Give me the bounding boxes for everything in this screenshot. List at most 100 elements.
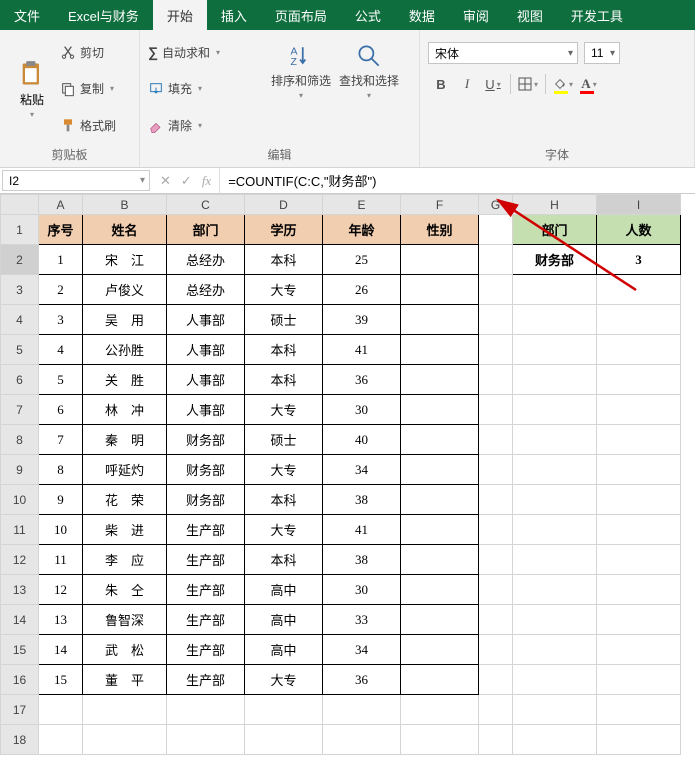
- cell-F4[interactable]: [401, 305, 479, 335]
- cell-I4[interactable]: [597, 305, 681, 335]
- cell-D15[interactable]: 高中: [245, 635, 323, 665]
- cell-B7[interactable]: 林 冲: [83, 395, 167, 425]
- row-header-18[interactable]: 18: [1, 725, 39, 755]
- cell-B16[interactable]: 董 平: [83, 665, 167, 695]
- cell-A2[interactable]: 1: [39, 245, 83, 275]
- spreadsheet-grid[interactable]: ABCDEFGHI1序号姓名部门学历年龄性别部门人数21宋 江总经办本科25财务…: [0, 194, 681, 755]
- cell-H3[interactable]: [513, 275, 597, 305]
- cell-E3[interactable]: 26: [323, 275, 401, 305]
- cell-C3[interactable]: 总经办: [167, 275, 245, 305]
- cell-C13[interactable]: 生产部: [167, 575, 245, 605]
- row-header-16[interactable]: 16: [1, 665, 39, 695]
- cell-I17[interactable]: [597, 695, 681, 725]
- cell-C17[interactable]: [167, 695, 245, 725]
- cell-H6[interactable]: [513, 365, 597, 395]
- cell-I8[interactable]: [597, 425, 681, 455]
- cell-I9[interactable]: [597, 455, 681, 485]
- cell-I13[interactable]: [597, 575, 681, 605]
- cell-G8[interactable]: [479, 425, 513, 455]
- cell-F9[interactable]: [401, 455, 479, 485]
- cancel-formula-button[interactable]: ✕: [160, 173, 171, 189]
- cell-H2[interactable]: 财务部: [513, 245, 597, 275]
- cell-E5[interactable]: 41: [323, 335, 401, 365]
- clear-button[interactable]: 清除▾: [148, 112, 258, 140]
- row-header-5[interactable]: 5: [1, 335, 39, 365]
- col-header-G[interactable]: G: [479, 195, 513, 215]
- cell-B18[interactable]: [83, 725, 167, 755]
- cell-B6[interactable]: 关 胜: [83, 365, 167, 395]
- cell-C9[interactable]: 财务部: [167, 455, 245, 485]
- col-header-D[interactable]: D: [245, 195, 323, 215]
- cell-D6[interactable]: 本科: [245, 365, 323, 395]
- row-header-14[interactable]: 14: [1, 605, 39, 635]
- cell-B1[interactable]: 姓名: [83, 215, 167, 245]
- col-header-F[interactable]: F: [401, 195, 479, 215]
- menu-插入[interactable]: 插入: [207, 0, 261, 30]
- cell-I15[interactable]: [597, 635, 681, 665]
- cell-D12[interactable]: 本科: [245, 545, 323, 575]
- col-header-C[interactable]: C: [167, 195, 245, 215]
- cut-button[interactable]: 剪切: [60, 38, 131, 66]
- cell-B9[interactable]: 呼延灼: [83, 455, 167, 485]
- fx-button[interactable]: fx: [202, 173, 211, 189]
- cell-G15[interactable]: [479, 635, 513, 665]
- menu-审阅[interactable]: 审阅: [449, 0, 503, 30]
- cell-C4[interactable]: 人事部: [167, 305, 245, 335]
- cell-G7[interactable]: [479, 395, 513, 425]
- formula-input[interactable]: =COUNTIF(C:C,"财务部"): [220, 168, 695, 193]
- cell-C8[interactable]: 财务部: [167, 425, 245, 455]
- cell-H10[interactable]: [513, 485, 597, 515]
- cell-H15[interactable]: [513, 635, 597, 665]
- cell-I16[interactable]: [597, 665, 681, 695]
- cell-D17[interactable]: [245, 695, 323, 725]
- confirm-formula-button[interactable]: ✓: [181, 173, 192, 189]
- menu-开发工具[interactable]: 开发工具: [557, 0, 637, 30]
- cell-D11[interactable]: 大专: [245, 515, 323, 545]
- cell-A17[interactable]: [39, 695, 83, 725]
- find-select-button[interactable]: 查找和选择 ▾: [338, 42, 400, 100]
- menu-公式[interactable]: 公式: [341, 0, 395, 30]
- cell-G2[interactable]: [479, 245, 513, 275]
- cell-C10[interactable]: 财务部: [167, 485, 245, 515]
- format-painter-button[interactable]: 格式刷: [60, 112, 131, 140]
- row-header-7[interactable]: 7: [1, 395, 39, 425]
- cell-F15[interactable]: [401, 635, 479, 665]
- cell-H12[interactable]: [513, 545, 597, 575]
- col-header-H[interactable]: H: [513, 195, 597, 215]
- row-header-9[interactable]: 9: [1, 455, 39, 485]
- cell-B15[interactable]: 武 松: [83, 635, 167, 665]
- row-header-11[interactable]: 11: [1, 515, 39, 545]
- cell-C15[interactable]: 生产部: [167, 635, 245, 665]
- cell-G1[interactable]: [479, 215, 513, 245]
- sort-filter-button[interactable]: AZ 排序和筛选 ▾: [270, 42, 332, 100]
- menu-Excel与财务[interactable]: Excel与财务: [54, 0, 153, 30]
- cell-G6[interactable]: [479, 365, 513, 395]
- cell-I18[interactable]: [597, 725, 681, 755]
- cell-A10[interactable]: 9: [39, 485, 83, 515]
- cell-A13[interactable]: 12: [39, 575, 83, 605]
- cell-A4[interactable]: 3: [39, 305, 83, 335]
- cell-D2[interactable]: 本科: [245, 245, 323, 275]
- cell-D18[interactable]: [245, 725, 323, 755]
- cell-B13[interactable]: 朱 仝: [83, 575, 167, 605]
- cell-H8[interactable]: [513, 425, 597, 455]
- copy-button[interactable]: 复制▾: [60, 75, 131, 103]
- cell-E7[interactable]: 30: [323, 395, 401, 425]
- cell-H16[interactable]: [513, 665, 597, 695]
- cell-E2[interactable]: 25: [323, 245, 401, 275]
- cell-F2[interactable]: [401, 245, 479, 275]
- cell-H4[interactable]: [513, 305, 597, 335]
- row-header-3[interactable]: 3: [1, 275, 39, 305]
- col-header-A[interactable]: A: [39, 195, 83, 215]
- menu-文件[interactable]: 文件: [0, 0, 54, 30]
- cell-G18[interactable]: [479, 725, 513, 755]
- row-header-15[interactable]: 15: [1, 635, 39, 665]
- cell-G13[interactable]: [479, 575, 513, 605]
- fill-color-button[interactable]: [550, 72, 576, 96]
- cell-A1[interactable]: 序号: [39, 215, 83, 245]
- cell-F13[interactable]: [401, 575, 479, 605]
- cell-E11[interactable]: 41: [323, 515, 401, 545]
- cell-C18[interactable]: [167, 725, 245, 755]
- cell-H14[interactable]: [513, 605, 597, 635]
- cell-H7[interactable]: [513, 395, 597, 425]
